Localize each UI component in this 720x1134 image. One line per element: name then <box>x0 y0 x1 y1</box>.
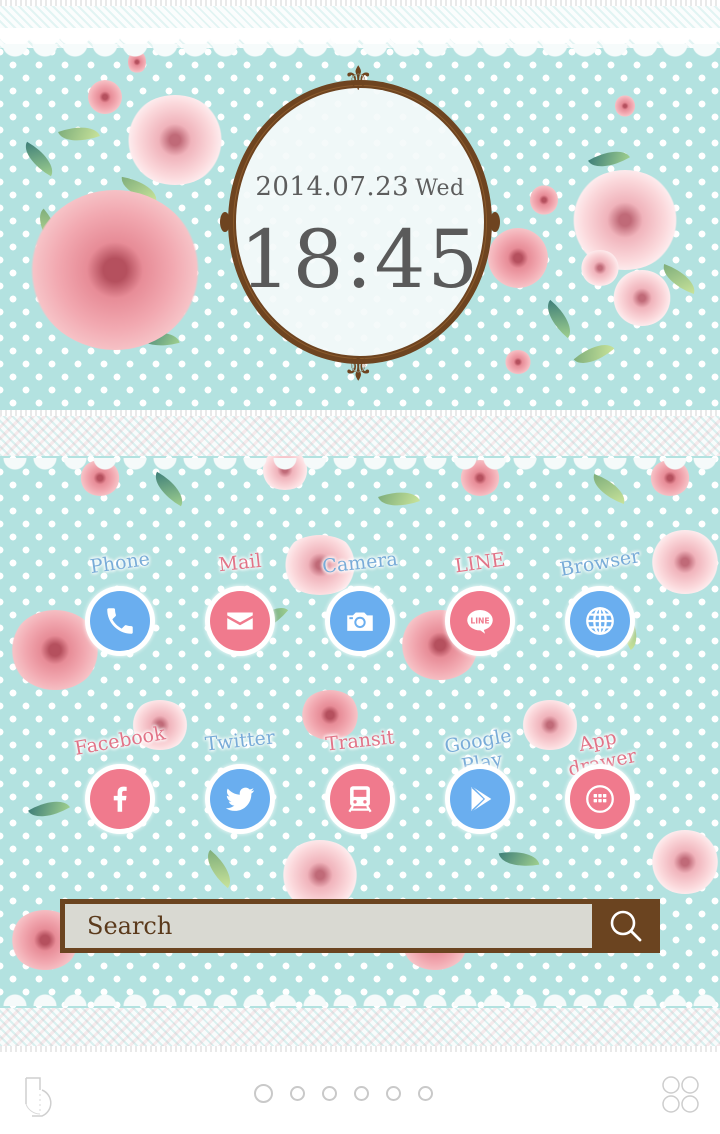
icon-ring <box>445 764 515 834</box>
search-bar <box>60 899 660 953</box>
lace-pattern <box>0 6 720 48</box>
page-indicator <box>254 1084 433 1103</box>
camera-icon <box>330 591 390 651</box>
search-icon <box>610 910 642 942</box>
facebook-icon <box>90 769 150 829</box>
page-dot-2[interactable] <box>290 1086 305 1101</box>
lace-pattern <box>0 416 720 456</box>
page-dot-1[interactable] <box>254 1084 273 1103</box>
icon-ring <box>325 586 395 656</box>
icon-ring: LINE <box>445 586 515 656</box>
icon-ring <box>325 764 395 834</box>
lace-scallop-edge <box>0 44 720 58</box>
train-icon <box>330 769 390 829</box>
flower-decoration <box>580 250 620 286</box>
rosebud-decoration <box>505 350 531 374</box>
app-label: Transit <box>324 726 396 756</box>
leaf-decoration <box>573 334 615 374</box>
lace-border-bottom <box>0 994 720 1052</box>
globe-icon <box>570 591 630 651</box>
search-input[interactable] <box>65 904 592 948</box>
line-icon: LINE <box>450 591 510 651</box>
leaf-decoration <box>148 471 190 507</box>
all-apps-icon <box>662 1076 699 1113</box>
app-camera[interactable]: Camera <box>305 548 415 672</box>
icon-ring <box>205 586 275 656</box>
leaf-decoration <box>538 299 580 339</box>
clock-widget-panel: ⚜ ⚜ 2014.07.23 Wed 18:45 <box>0 0 720 420</box>
app-line[interactable]: LINE LINE <box>425 549 535 672</box>
rose-decoration <box>30 190 200 350</box>
app-transit[interactable]: Transit <box>305 726 415 850</box>
page-dot-5[interactable] <box>386 1086 401 1101</box>
lace-border-top <box>0 0 720 58</box>
leaf-decoration <box>18 141 60 177</box>
lace-border-middle <box>0 410 720 470</box>
icon-ring <box>565 586 635 656</box>
app-twitter[interactable]: Twitter <box>185 726 295 850</box>
clock-date[interactable]: 2014.07.23 Wed <box>228 172 492 202</box>
theme-settings-button[interactable] <box>20 1074 64 1120</box>
leaf-decoration <box>498 846 540 872</box>
page-dot-4[interactable] <box>354 1086 369 1101</box>
rose-decoration <box>650 530 720 594</box>
icon-ring <box>85 764 155 834</box>
page-dot-6[interactable] <box>418 1086 433 1101</box>
leaf-decoration <box>588 474 630 504</box>
frame-finial-bottom: ⚜ <box>343 347 374 387</box>
app-label: Mail <box>217 549 263 577</box>
app-browser[interactable]: Browser <box>545 545 655 672</box>
icon-ring <box>565 764 635 834</box>
frame-finial-top: ⚜ <box>343 59 374 99</box>
rosebud-decoration <box>530 185 558 215</box>
line-icon-text: LINE <box>470 617 489 626</box>
phone-icon <box>90 591 150 651</box>
app-google-play[interactable]: Google Play <box>425 724 535 850</box>
page-dot-3[interactable] <box>322 1086 337 1101</box>
app-label: Twitter <box>204 726 276 756</box>
leaf-decoration <box>58 119 100 149</box>
app-mail[interactable]: Mail <box>185 550 295 672</box>
leaf-decoration <box>378 484 420 514</box>
icon-ring <box>205 764 275 834</box>
icon-ring <box>85 586 155 656</box>
clock-time[interactable]: 18:45 <box>228 212 492 308</box>
rosebud-decoration <box>88 80 122 114</box>
lace-scallop-edge <box>0 994 720 1006</box>
app-label: Camera <box>321 548 399 578</box>
rose-decoration <box>488 228 548 288</box>
lace-pattern <box>0 1008 720 1046</box>
app-phone[interactable]: Phone <box>65 548 175 672</box>
rose-decoration <box>125 95 225 185</box>
app-facebook[interactable]: Facebook <box>65 722 175 850</box>
date-text: 2014.07.23 <box>255 172 410 202</box>
leaf-decoration <box>198 849 240 889</box>
twitter-bird-icon <box>210 769 270 829</box>
envelope-icon <box>210 591 270 651</box>
theme-settings-icon <box>25 1077 52 1117</box>
all-apps-button[interactable] <box>660 1074 702 1116</box>
flower-decoration <box>612 270 672 326</box>
rose-decoration <box>650 830 720 894</box>
app-app-drawer[interactable]: App drawer <box>545 727 655 850</box>
weekday-text: Wed <box>415 176 465 201</box>
search-button[interactable] <box>592 899 660 953</box>
play-store-icon <box>450 769 510 829</box>
app-grid-icon <box>570 769 630 829</box>
rosebud-decoration <box>615 95 635 117</box>
leaf-decoration <box>28 791 70 827</box>
lace-scallop-edge <box>0 458 720 470</box>
